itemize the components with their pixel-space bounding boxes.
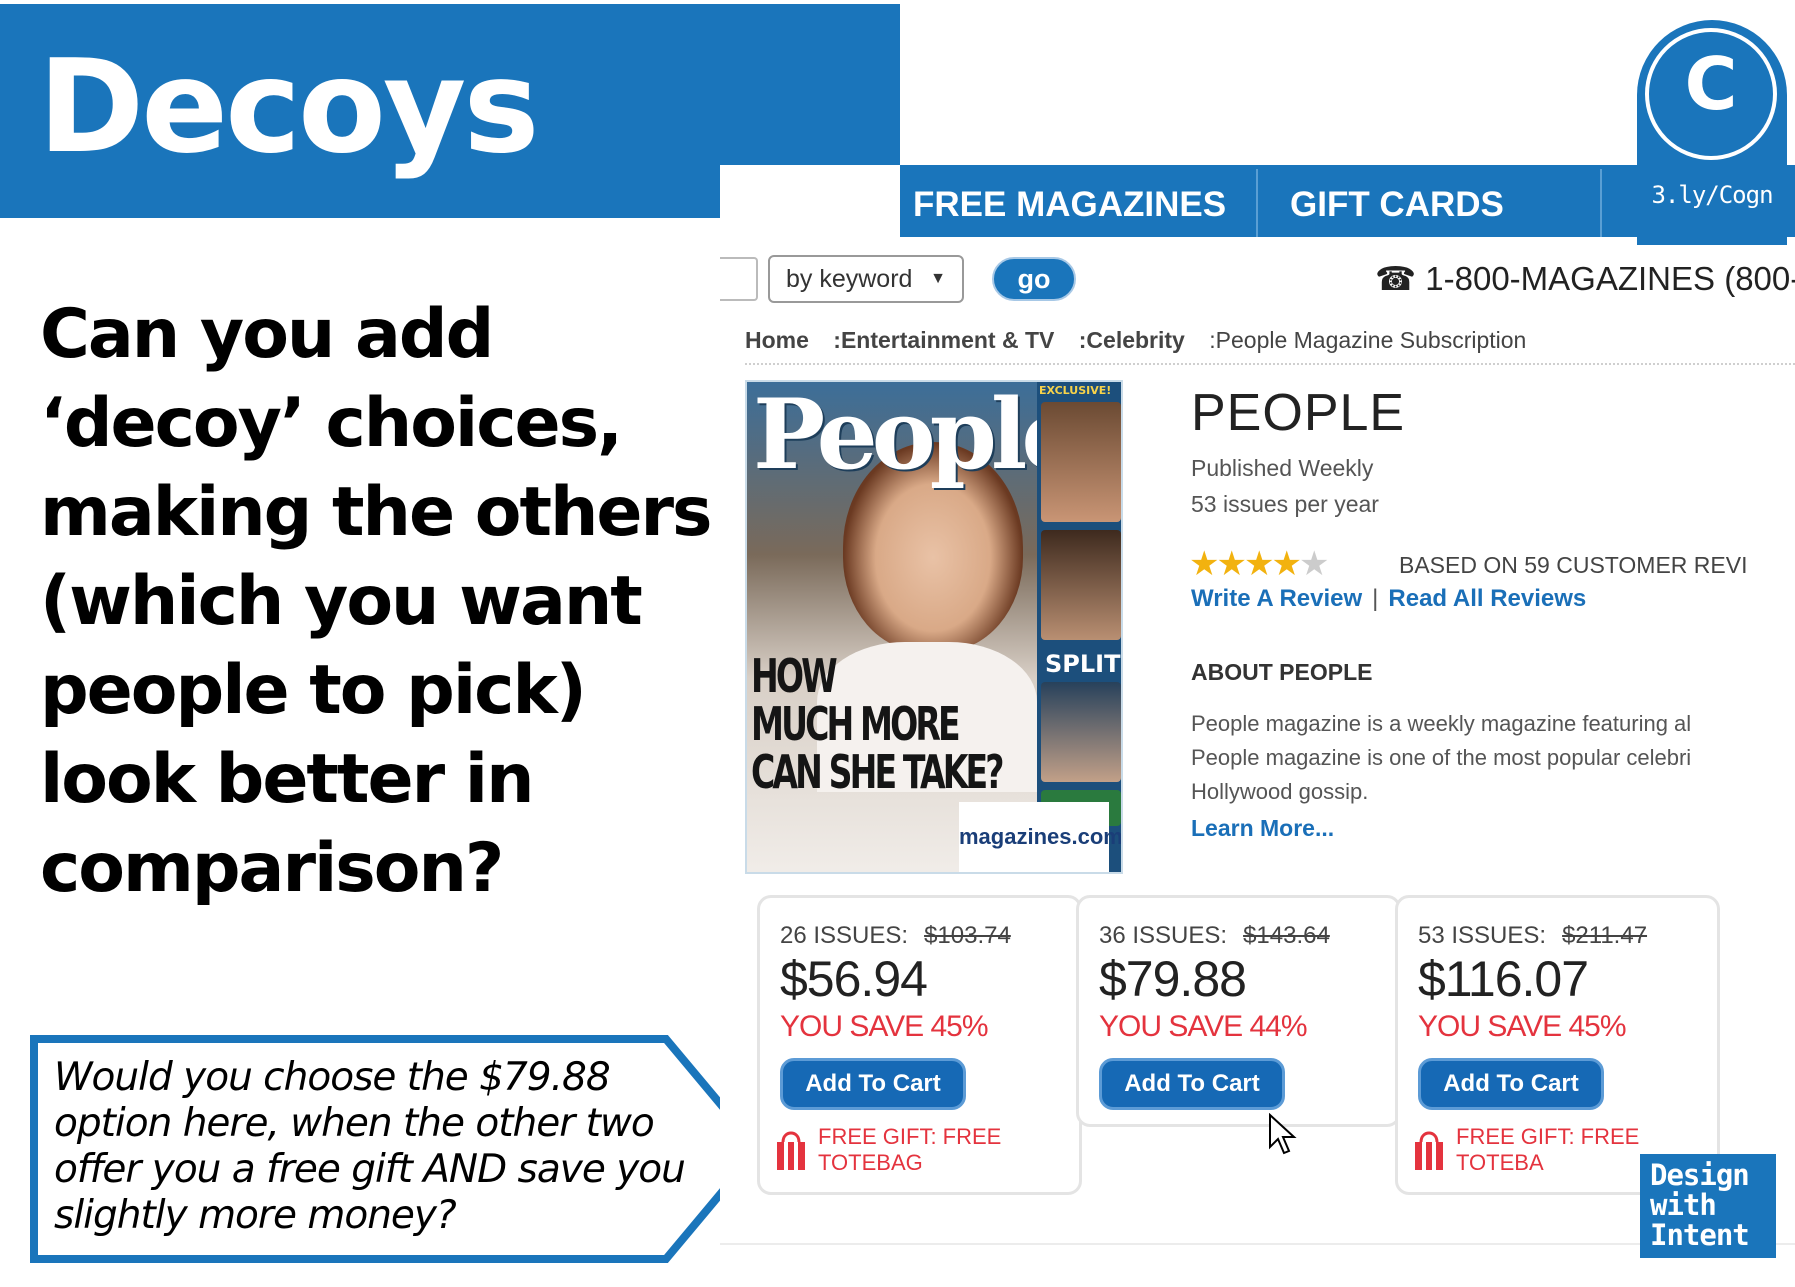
site-nav-bar: FREE MAGAZINES GIFT CARDS	[720, 165, 1795, 237]
offer-issues-count: 36 ISSUES:	[1099, 922, 1228, 949]
callout-text: Would you choose the $79.88 option here,…	[54, 1055, 686, 1238]
offer-issues: 53 ISSUES: $211.47	[1418, 922, 1647, 950]
free-gift-line: FREE GIFT: FREE	[818, 1124, 1002, 1149]
review-link-separator: |	[1372, 585, 1379, 612]
badge-letter: C	[1684, 42, 1738, 126]
offer-savings: YOU SAVE 45%	[1418, 1010, 1627, 1043]
callout-box: Would you choose the $79.88 option here,…	[30, 1035, 765, 1263]
magazine-cover-image: People HOW MUCH MORE CAN SHE TAKE? EXCLU…	[745, 380, 1123, 874]
gift-bag-icon	[777, 1131, 805, 1170]
star-filled-icon: ★	[1216, 544, 1247, 584]
breadcrumb: Home :Entertainment & TV :Celebrity :Peo…	[745, 327, 1544, 354]
add-to-cart-button[interactable]: Add To Cart	[780, 1058, 966, 1110]
review-links: Write A Review | Read All Reviews	[1191, 585, 1586, 613]
free-gift-note: FREE GIFT: FREE TOTEBAG	[774, 1124, 1074, 1184]
phone-icon: ☎	[1375, 260, 1426, 297]
star-filled-icon: ★	[1243, 544, 1275, 584]
slide-question: Can you add ‘decoy’ choices, making the …	[40, 295, 713, 908]
star-rating: ★★★★★	[1189, 544, 1330, 584]
badge-url: 3.ly/Cogn	[1637, 165, 1787, 225]
strip-photo	[1041, 402, 1121, 522]
star-filled-icon: ★	[1271, 544, 1302, 584]
about-title: ABOUT PEOPLE	[1191, 659, 1373, 685]
cover-headline-line: HOW	[751, 649, 838, 703]
offer-issues: 26 ISSUES: $103.74	[780, 922, 1011, 950]
offer-price: $116.07	[1418, 951, 1589, 1007]
free-gift-line: TOTEBAG	[818, 1150, 923, 1175]
cover-side-strip	[1037, 382, 1121, 872]
breadcrumb-divider	[745, 363, 1795, 365]
write-review-link[interactable]: Write A Review	[1191, 585, 1362, 612]
reviews-count: BASED ON 59 CUSTOMER REVI	[1399, 552, 1748, 578]
learn-more-link[interactable]: Learn More...	[1191, 815, 1334, 842]
offer-old-price: $143.64	[1243, 922, 1330, 949]
logo-line: Design	[1650, 1158, 1750, 1192]
read-reviews-link[interactable]: Read All Reviews	[1388, 585, 1586, 612]
cover-headline-line: MUCH MORE	[751, 697, 961, 751]
strip-photo	[1041, 682, 1121, 782]
chevron-down-icon: ▼	[930, 270, 946, 287]
keyword-select[interactable]: by keyword ▼	[768, 255, 964, 303]
add-to-cart-button[interactable]: Add To Cart	[1099, 1058, 1285, 1110]
free-gift-line: FREE GIFT: FREE	[1456, 1124, 1640, 1149]
phone-text: 1-800-MAGAZINES (800-62	[1425, 260, 1795, 297]
nav-free-magazines[interactable]: FREE MAGAZINES	[913, 177, 1226, 233]
add-to-cart-button[interactable]: Add To Cart	[1418, 1058, 1604, 1110]
cover-exclusive-label: EXCLUSIVE!	[1039, 384, 1112, 397]
logo-line: with	[1650, 1188, 1717, 1222]
breadcrumb-entertainment[interactable]: :Entertainment & TV	[833, 327, 1054, 353]
website-screenshot: FREE MAGAZINES GIFT CARDS by keyword ▼ g…	[720, 165, 1795, 1250]
offer-price: $79.88	[1099, 951, 1247, 1007]
free-gift-line: TOTEBA	[1456, 1150, 1544, 1175]
free-gift-text: FREE GIFT: FREE TOTEBA	[1456, 1124, 1639, 1176]
gift-bag-icon	[1415, 1131, 1443, 1170]
mouse-cursor-icon	[1269, 1113, 1297, 1155]
offer-old-price: $103.74	[924, 922, 1011, 949]
breadcrumb-current: :People Magazine Subscription	[1209, 327, 1527, 353]
product-title: PEOPLE	[1191, 384, 1406, 442]
publication-frequency: Published Weekly	[1191, 455, 1374, 481]
free-gift-text: FREE GIFT: FREE TOTEBAG	[818, 1124, 1001, 1176]
nav-separator	[1256, 169, 1258, 237]
star-empty-icon: ★	[1298, 544, 1330, 584]
cover-headline-line: CAN SHE TAKE?	[751, 745, 1005, 799]
breadcrumb-celebrity[interactable]: :Celebrity	[1079, 327, 1185, 353]
offer-card-53: 53 ISSUES: $211.47 $116.07 YOU SAVE 45% A…	[1395, 895, 1720, 1195]
slide-title: Decoys	[38, 33, 539, 182]
cover-logo: People	[753, 380, 1082, 491]
issues-per-year: 53 issues per year	[1191, 491, 1379, 517]
offer-old-price: $211.47	[1562, 922, 1648, 949]
keyword-select-value: by keyword	[786, 265, 913, 293]
cover-split-label: SPLIT	[1045, 650, 1121, 678]
offer-card-26: 26 ISSUES: $103.74 $56.94 YOU SAVE 45% Ad…	[757, 895, 1082, 1195]
star-filled-icon: ★	[1189, 544, 1220, 584]
nav-blank-area	[720, 165, 900, 237]
offer-issues: 36 ISSUES: $143.64	[1099, 922, 1330, 950]
cover-headline: HOW MUCH MORE CAN SHE TAKE?	[751, 649, 1005, 799]
design-with-intent-logo: Design with Intent	[1640, 1154, 1776, 1258]
nav-gift-cards[interactable]: GIFT CARDS	[1290, 177, 1504, 233]
strip-photo	[1041, 530, 1121, 640]
offer-issues-count: 53 ISSUES:	[1418, 922, 1547, 949]
about-text-line: People magazine is one of the most popul…	[1191, 745, 1692, 770]
offer-savings: YOU SAVE 44%	[1099, 1010, 1308, 1043]
offer-savings: YOU SAVE 45%	[780, 1010, 989, 1043]
go-button[interactable]: go	[992, 257, 1076, 301]
cover-brand-logo: magazines.com	[959, 802, 1121, 872]
nav-separator	[1600, 169, 1602, 237]
page-bottom-divider	[720, 1243, 1795, 1245]
search-input[interactable]	[720, 257, 758, 301]
breadcrumb-home[interactable]: Home	[745, 327, 809, 353]
about-text-line: Hollywood gossip.	[1191, 779, 1369, 804]
offer-issues-count: 26 ISSUES:	[780, 922, 909, 949]
logo-line: Intent	[1650, 1218, 1750, 1252]
about-text-line: People magazine is a weekly magazine fea…	[1191, 711, 1692, 736]
phone-number: ☎ 1-800-MAGAZINES (800-62	[1375, 255, 1795, 303]
search-row: by keyword ▼ go ☎ 1-800-MAGAZINES (800-6…	[720, 247, 1795, 309]
offer-price: $56.94	[780, 951, 928, 1007]
offer-card-36: 36 ISSUES: $143.64 $79.88 YOU SAVE 44% Ad…	[1076, 895, 1401, 1127]
